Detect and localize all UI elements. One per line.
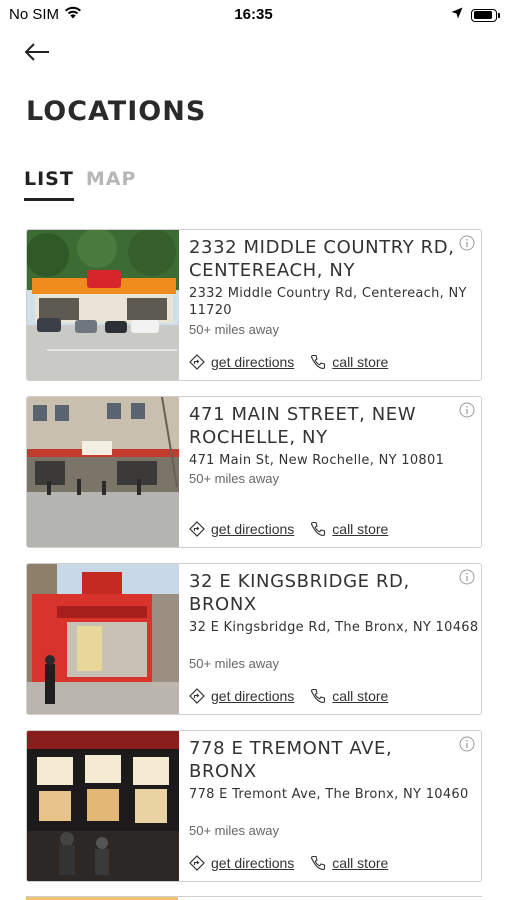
- get-directions-label: get directions: [211, 855, 295, 871]
- status-right: [451, 6, 500, 24]
- phone-icon: [311, 354, 326, 370]
- get-directions-link[interactable]: get directions: [189, 521, 294, 537]
- location-title: 32 E KINGSBRIDGE RD, BRONX: [189, 571, 410, 615]
- get-directions-label: get directions: [211, 521, 295, 537]
- location-card[interactable]: 32 E KINGSBRIDGE RD, BRONX 32 E Kingsbri…: [26, 563, 482, 715]
- location-title: 778 E TREMONT AVE, BRONX: [189, 738, 393, 782]
- call-store-link[interactable]: call store: [310, 354, 388, 370]
- location-distance: 50+ miles away: [189, 823, 279, 838]
- call-store-link[interactable]: call store: [310, 688, 388, 704]
- store-photo: [27, 731, 179, 881]
- call-store-label: call store: [332, 855, 389, 871]
- page-title: LOCATIONS: [26, 96, 207, 127]
- location-card[interactable]: 778 E TREMONT AVE, BRONX 778 E Tremont A…: [26, 730, 482, 882]
- call-store-link[interactable]: call store: [310, 521, 388, 537]
- card-actions: get directions call store: [189, 521, 388, 537]
- directions-icon: [189, 855, 205, 871]
- tab-map[interactable]: MAP: [86, 168, 137, 201]
- location-arrow-icon: [451, 6, 463, 24]
- location-title: 471 MAIN STREET, NEW ROCHELLE, NY: [189, 404, 417, 448]
- status-bar: No SIM 16:35: [0, 0, 507, 30]
- location-distance: 50+ miles away: [189, 656, 279, 671]
- call-store-label: call store: [332, 521, 389, 537]
- location-card-partial[interactable]: [26, 896, 482, 900]
- info-icon[interactable]: [459, 569, 475, 585]
- location-address: 471 Main St, New Rochelle, NY 10801: [189, 453, 445, 468]
- info-icon[interactable]: [459, 402, 475, 418]
- call-store-label: call store: [332, 354, 389, 370]
- location-card[interactable]: 471 MAIN STREET, NEW ROCHELLE, NY 471 Ma…: [26, 396, 482, 548]
- get-directions-label: get directions: [211, 354, 295, 370]
- store-photo: [27, 230, 179, 380]
- battery-icon: [471, 8, 500, 22]
- tab-list[interactable]: LIST: [24, 168, 74, 201]
- location-address: 778 E Tremont Ave, The Bronx, NY 10460: [189, 787, 469, 802]
- back-arrow-icon: [24, 43, 49, 61]
- back-button[interactable]: [22, 40, 54, 64]
- info-icon[interactable]: [459, 235, 475, 251]
- directions-icon: [189, 354, 205, 370]
- call-store-link[interactable]: call store: [310, 855, 388, 871]
- location-card[interactable]: 2332 MIDDLE COUNTRY RD, CENTEREACH, NY 2…: [26, 229, 482, 381]
- get-directions-link[interactable]: get directions: [189, 354, 294, 370]
- location-title: 2332 MIDDLE COUNTRY RD, CENTEREACH, NY: [189, 237, 455, 281]
- card-actions: get directions call store: [189, 354, 388, 370]
- card-actions: get directions call store: [189, 688, 388, 704]
- location-distance: 50+ miles away: [189, 322, 279, 337]
- card-actions: get directions call store: [189, 855, 388, 871]
- phone-icon: [311, 688, 326, 704]
- phone-icon: [311, 521, 326, 537]
- location-address: 32 E Kingsbridge Rd, The Bronx, NY 10468: [189, 620, 479, 635]
- view-tabs: LIST MAP: [24, 168, 136, 201]
- get-directions-label: get directions: [211, 688, 295, 704]
- location-address: 2332 Middle Country Rd, Centereach, NY 1…: [189, 286, 467, 318]
- store-photo: [27, 564, 179, 714]
- get-directions-link[interactable]: get directions: [189, 855, 294, 871]
- call-store-label: call store: [332, 688, 389, 704]
- phone-icon: [311, 855, 326, 871]
- directions-icon: [189, 521, 205, 537]
- directions-icon: [189, 688, 205, 704]
- status-time: 16:35: [234, 6, 273, 23]
- get-directions-link[interactable]: get directions: [189, 688, 294, 704]
- store-photo: [27, 397, 179, 547]
- info-icon[interactable]: [459, 736, 475, 752]
- location-distance: 50+ miles away: [189, 471, 279, 486]
